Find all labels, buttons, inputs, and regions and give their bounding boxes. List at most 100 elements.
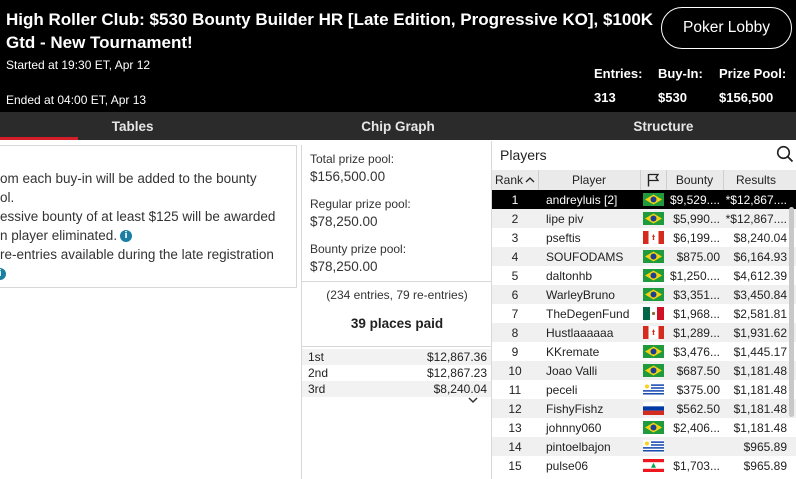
player-row[interactable]: 4 SOUFODAMS $875.00 $6,164.93 (492, 247, 796, 266)
brazil-flag-icon (640, 266, 666, 285)
player-bounty: $9,529.... (669, 192, 720, 207)
rank-column-header[interactable]: Rank (492, 170, 538, 190)
player-rank: 14 (508, 439, 522, 454)
player-results: $1,181.48 (733, 382, 787, 397)
player-results: *$12,867.... (725, 211, 787, 226)
player-name: SOUFODAMS (546, 249, 624, 264)
bounty-prize-label: Bounty prize pool: (310, 242, 407, 256)
player-row[interactable]: 13 johnny060 $2,406... $1,181.48 (492, 418, 796, 437)
brazil-flag-icon (640, 247, 666, 266)
flag-column-header[interactable] (640, 170, 666, 190)
poker-lobby-button[interactable]: Poker Lobby (661, 7, 792, 49)
info-text-line: essive bounty of at least $125 will be a… (0, 209, 276, 224)
info-icon[interactable]: i (120, 230, 133, 243)
player-name: FishyFishz (546, 401, 604, 416)
prize-pool-panel: Total prize pool: $156,500.00 Regular pr… (301, 145, 492, 479)
player-bounty: $562.50 (676, 401, 720, 416)
canada-flag-icon (640, 228, 666, 247)
player-name: pulse06 (546, 458, 589, 473)
tab-chip-graph[interactable]: Chip Graph (265, 112, 530, 140)
payout-amount: $8,240.04 (433, 382, 487, 396)
player-rank: 12 (508, 401, 522, 416)
chevron-down-icon[interactable] (467, 395, 479, 405)
search-icon[interactable] (776, 145, 794, 163)
player-name: daltonhb (546, 268, 593, 283)
players-table: Rank Player Bounty Results 1 andreyluis [… (492, 170, 796, 475)
player-column-header[interactable]: Player (538, 170, 640, 190)
player-row[interactable]: 15 pulse06 $1,703... $965.89 (492, 456, 796, 475)
players-title: Players (500, 147, 547, 163)
tournament-info-panel: om each buy-in will be added to the boun… (0, 145, 297, 288)
player-results: $1,181.48 (733, 363, 787, 378)
player-results: $2,581.81 (733, 306, 787, 321)
player-rank: 10 (508, 363, 522, 378)
player-name: Joao Valli (546, 363, 598, 378)
player-name: pseftis (546, 230, 581, 245)
player-bounty: $1,289... (673, 325, 720, 340)
player-row[interactable]: 8 Hustlaaaaaa $1,289... $1,931.62 (492, 323, 796, 342)
player-rank: 6 (511, 287, 519, 302)
bounty-column-header[interactable]: Bounty (666, 170, 723, 190)
entries-summary: (234 entries, 79 re-entries) (326, 288, 468, 302)
player-bounty: $1,968... (673, 306, 720, 321)
table-header: Rank Player Bounty Results (492, 170, 796, 190)
player-results: $965.89 (743, 458, 787, 473)
buyin-value: $530 (658, 90, 687, 105)
player-results: $8,240.04 (733, 230, 787, 245)
player-rank: 11 (508, 382, 522, 397)
player-bounty: $6,199... (673, 230, 720, 245)
player-row[interactable]: 6 WarleyBruno $3,351... $3,450.84 (492, 285, 796, 304)
tab-structure[interactable]: Structure (531, 112, 796, 140)
player-rank: 9 (511, 344, 519, 359)
player-rank: 3 (511, 230, 519, 245)
payout-row: 3rd $8,240.04 (302, 381, 492, 397)
player-rank: 4 (511, 249, 519, 264)
tab-tables[interactable]: Tables (0, 112, 265, 140)
scrollbar[interactable] (789, 207, 794, 417)
results-column-header[interactable]: Results (723, 170, 789, 190)
player-name: WarleyBruno (546, 287, 615, 302)
player-bounty: $3,476... (673, 344, 720, 359)
lebanon-flag-icon (640, 456, 666, 475)
player-rank: 2 (511, 211, 519, 226)
player-row[interactable]: 5 daltonhb $1,250.... $4,612.39 (492, 266, 796, 285)
payout-amount: $12,867.23 (426, 366, 487, 380)
player-name: peceli (546, 382, 578, 397)
player-row[interactable]: 7 TheDegenFund $1,968... $2,581.81 (492, 304, 796, 323)
player-row[interactable]: 12 FishyFishz $562.50 $1,181.48 (492, 399, 796, 418)
player-row[interactable]: 11 peceli $375.00 $1,181.48 (492, 380, 796, 399)
prize-pool-stat: Prize Pool: $156,500 (719, 66, 786, 105)
info-text-line: re-entries available during the late reg… (0, 247, 274, 262)
payout-place: 1st (308, 350, 325, 364)
player-name: TheDegenFund (546, 306, 630, 321)
player-row[interactable]: 2 lipe piv $5,990... *$12,867.... (492, 209, 796, 228)
tournament-header: High Roller Club: $530 Bounty Builder HR… (0, 0, 796, 112)
prize-pool-label: Prize Pool: (719, 66, 787, 81)
player-bounty: $3,351... (673, 287, 720, 302)
player-name: lipe piv (546, 211, 584, 226)
player-results: $6,164.93 (733, 249, 787, 264)
player-rank: 8 (511, 325, 519, 340)
player-row[interactable]: 1 andreyluis [2] $9,529.... *$12,867.... (492, 190, 796, 209)
tournament-title: High Roller Club: $530 Bounty Builder HR… (6, 10, 654, 52)
canada-flag-icon (640, 323, 666, 342)
regular-prize-label: Regular prize pool: (310, 197, 411, 211)
brazil-flag-icon (640, 285, 666, 304)
player-row[interactable]: 3 pseftis $6,199... $8,240.04 (492, 228, 796, 247)
info-text-line-with-icon: i (0, 266, 6, 281)
info-icon[interactable]: i (0, 268, 6, 281)
brazil-flag-icon (640, 418, 666, 437)
player-name: andreyluis [2] (546, 192, 618, 207)
info-text-line-with-icon: n player eliminated. i (0, 228, 133, 243)
buyin-stat: Buy-In: $530 (658, 66, 703, 105)
entries-stat: Entries: 313 (594, 66, 642, 105)
start-time: Started at 19:30 ET, Apr 12 (6, 58, 151, 72)
player-rank: 5 (511, 268, 519, 283)
player-results: $4,612.39 (733, 268, 787, 283)
player-rank: 7 (511, 306, 519, 321)
player-row[interactable]: 9 KKremate $3,476... $1,445.17 (492, 342, 796, 361)
regular-prize-value: $78,250.00 (310, 214, 378, 229)
uruguay-flag-icon (640, 437, 666, 456)
player-row[interactable]: 10 Joao Valli $687.50 $1,181.48 (492, 361, 796, 380)
player-row[interactable]: 14 pintoelbajon $965.89 (492, 437, 796, 456)
